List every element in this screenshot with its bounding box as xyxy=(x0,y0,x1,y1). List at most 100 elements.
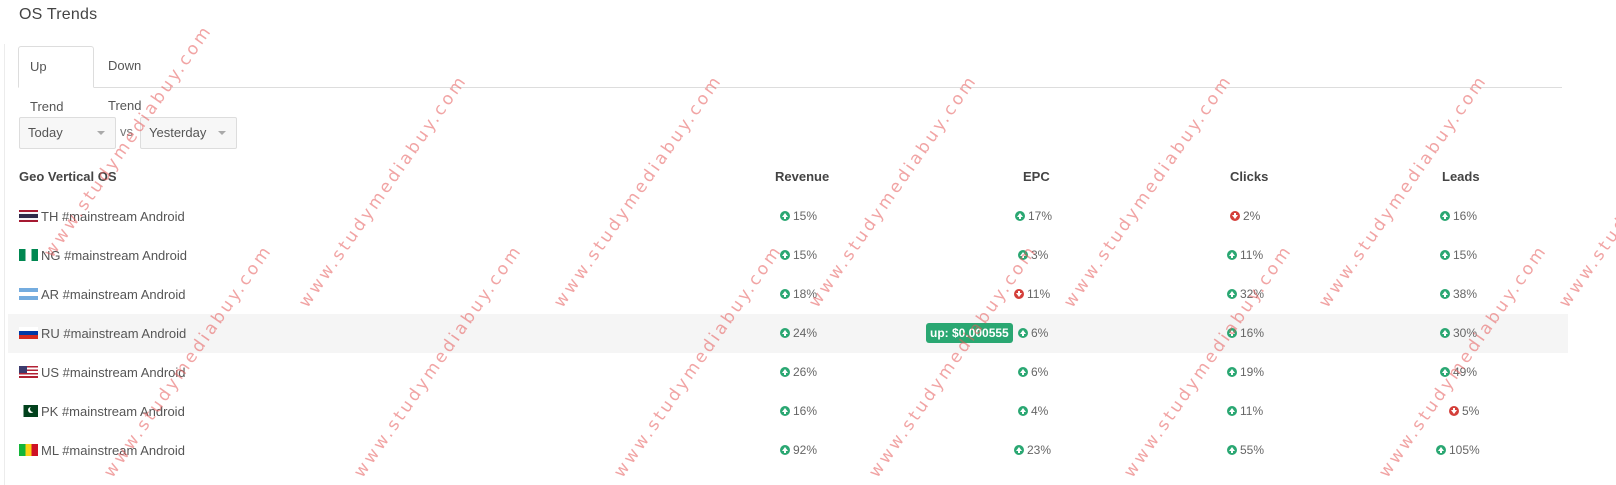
cell-value: 2% xyxy=(1243,209,1261,223)
cell-value: 49% xyxy=(1453,365,1478,379)
cell-revenue: 92% xyxy=(780,443,817,457)
arrow-up-icon xyxy=(1018,367,1028,377)
cell-leads: 30% xyxy=(1440,326,1477,340)
cell-leads: 49% xyxy=(1440,365,1477,379)
cell-epc: 4% xyxy=(1018,404,1048,418)
cell-leads: 15% xyxy=(1440,248,1477,262)
cell-clicks: 16% xyxy=(1227,326,1264,340)
tab-down-trend[interactable]: Down Trend xyxy=(97,46,183,113)
flag-icon-us xyxy=(19,366,38,378)
cell-value: 6% xyxy=(1031,326,1049,340)
arrow-down-icon xyxy=(1014,289,1024,299)
table-row[interactable]: PK #mainstream Android 16% 4% 11% 5% xyxy=(8,392,1568,431)
cell-value: 15% xyxy=(793,248,818,262)
arrow-up-icon xyxy=(780,367,790,377)
arrow-up-icon xyxy=(1227,445,1237,455)
cell-value: 15% xyxy=(1453,248,1478,262)
row-label: PK #mainstream Android xyxy=(19,404,185,419)
row-label-text: NG #mainstream Android xyxy=(41,248,187,263)
cell-leads: 5% xyxy=(1449,404,1479,418)
cell-value: 32% xyxy=(1240,287,1265,301)
period-select-value: Today xyxy=(28,125,63,140)
table-row[interactable]: NG #mainstream Android 15% 3% 11% 15% xyxy=(8,236,1568,275)
cell-value: 105% xyxy=(1449,443,1480,457)
arrow-up-icon xyxy=(780,445,790,455)
cell-revenue: 24% xyxy=(780,326,817,340)
row-label-text: PK #mainstream Android xyxy=(41,404,185,419)
cell-value: 55% xyxy=(1240,443,1265,457)
cell-revenue: 18% xyxy=(780,287,817,301)
cell-value: 24% xyxy=(793,326,818,340)
arrow-down-icon xyxy=(1230,211,1240,221)
table-row[interactable]: TH #mainstream Android 15% 17% 2% 16% xyxy=(8,197,1568,236)
arrow-up-icon xyxy=(1440,328,1450,338)
arrow-up-icon xyxy=(1015,211,1025,221)
cell-epc: 6% xyxy=(1018,365,1048,379)
cell-epc: 11% xyxy=(1014,287,1050,301)
flag-icon-pk xyxy=(19,405,38,417)
cell-leads: 38% xyxy=(1440,287,1477,301)
column-header-revenue: Revenue xyxy=(775,169,830,184)
arrow-up-icon xyxy=(1440,367,1450,377)
column-header-epc: EPC xyxy=(1023,169,1050,184)
vs-label: vs xyxy=(120,124,133,139)
column-header-geo: Geo Vertical OS xyxy=(19,169,117,184)
caret-down-icon xyxy=(218,131,226,135)
cell-epc: 23% xyxy=(1014,443,1051,457)
arrow-up-icon xyxy=(780,289,790,299)
row-label-text: AR #mainstream Android xyxy=(41,287,186,302)
cell-clicks: 11% xyxy=(1227,248,1263,262)
table-row[interactable]: AR #mainstream Android 18% 11% 32% 38% xyxy=(8,275,1568,314)
cell-clicks: 19% xyxy=(1227,365,1264,379)
cell-value: 30% xyxy=(1453,326,1478,340)
cell-revenue: 16% xyxy=(780,404,817,418)
row-label: ML #mainstream Android xyxy=(19,443,185,458)
cell-value: 11% xyxy=(1240,248,1264,262)
cell-epc: 3% xyxy=(1018,248,1048,262)
cell-value: 4% xyxy=(1031,404,1049,418)
arrow-up-icon xyxy=(1227,367,1237,377)
arrow-up-icon xyxy=(1014,445,1024,455)
arrow-up-icon xyxy=(1227,289,1237,299)
cell-value: 11% xyxy=(1240,404,1264,418)
row-label: RU #mainstream Android xyxy=(19,326,186,341)
arrow-up-icon xyxy=(1018,250,1028,260)
flag-icon-ml xyxy=(19,444,38,456)
table-row[interactable]: RU #mainstream Android 24% 6% 16% 30% xyxy=(8,314,1568,353)
period-select[interactable]: Today xyxy=(19,117,116,149)
row-label: NG #mainstream Android xyxy=(19,248,187,263)
cell-epc: 17% xyxy=(1015,209,1052,223)
cell-leads: 16% xyxy=(1440,209,1477,223)
caret-down-icon xyxy=(97,131,105,135)
arrow-up-icon xyxy=(780,211,790,221)
cell-value: 16% xyxy=(793,404,818,418)
cell-clicks: 2% xyxy=(1230,209,1260,223)
cell-value: 11% xyxy=(1027,287,1051,301)
arrow-down-icon xyxy=(1449,406,1459,416)
flag-icon-ng xyxy=(19,249,38,261)
flag-icon-ru xyxy=(19,327,38,339)
table-row[interactable]: ML #mainstream Android 92% 23% 55% 105% xyxy=(8,431,1568,470)
cell-revenue: 26% xyxy=(780,365,817,379)
compare-select[interactable]: Yesterday xyxy=(140,117,237,149)
arrow-up-icon xyxy=(780,328,790,338)
arrow-up-icon xyxy=(1018,328,1028,338)
cell-value: 15% xyxy=(793,209,818,223)
arrow-up-icon xyxy=(1227,328,1237,338)
row-label-text: ML #mainstream Android xyxy=(41,443,186,458)
cell-value: 5% xyxy=(1462,404,1480,418)
arrow-up-icon xyxy=(1440,250,1450,260)
arrow-up-icon xyxy=(780,250,790,260)
tab-up-trend[interactable]: Up Trend xyxy=(18,46,94,114)
cell-value: 38% xyxy=(1453,287,1478,301)
compare-select-value: Yesterday xyxy=(149,125,207,140)
arrow-up-icon xyxy=(780,406,790,416)
arrow-up-icon xyxy=(1436,445,1446,455)
row-label: AR #mainstream Android xyxy=(19,287,186,302)
cell-leads: 105% xyxy=(1436,443,1480,457)
arrow-up-icon xyxy=(1440,211,1450,221)
cell-value: 16% xyxy=(1453,209,1478,223)
table-row[interactable]: US #mainstream Android 26% 6% 19% 49% xyxy=(8,353,1568,392)
cell-revenue: 15% xyxy=(780,209,817,223)
page-title: OS Trends xyxy=(19,6,98,23)
